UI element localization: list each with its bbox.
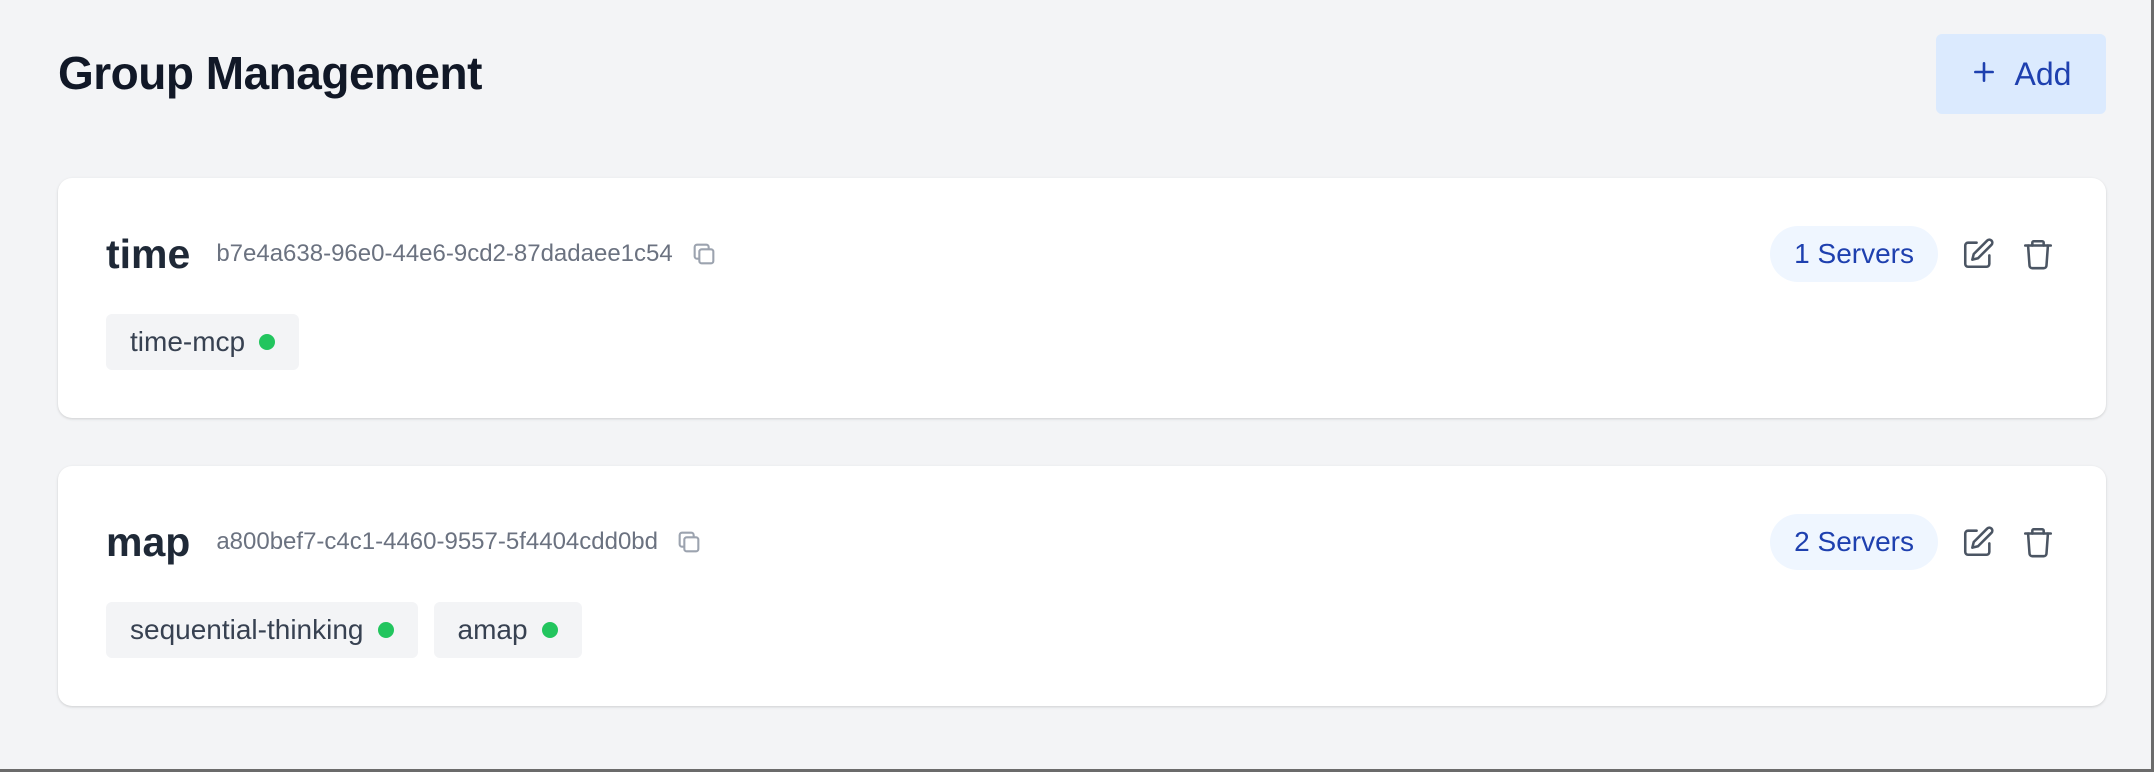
status-online-dot <box>377 622 394 638</box>
servers-count-badge: 2 Servers <box>1770 514 1938 570</box>
add-group-button[interactable]: Add <box>1936 34 2106 114</box>
edit-icon[interactable] <box>1958 522 1998 562</box>
server-tag: time-mcp <box>106 314 300 370</box>
plus-icon <box>1971 56 1997 93</box>
page-title: Group Management <box>58 47 482 99</box>
group-actions: 1 Servers <box>1770 224 2058 284</box>
copy-icon[interactable] <box>689 239 719 269</box>
edit-icon[interactable] <box>1958 234 1998 274</box>
status-online-dot <box>259 334 276 350</box>
trash-icon[interactable] <box>2018 234 2058 274</box>
copy-icon[interactable] <box>674 527 704 557</box>
group-card: map a800bef7-c4c1-4460-9557-5f4404cdd0bd… <box>58 466 2106 706</box>
add-button-label: Add <box>2014 55 2072 92</box>
server-tag: sequential-thinking <box>106 602 418 658</box>
group-header: map a800bef7-c4c1-4460-9557-5f4404cdd0bd <box>106 512 704 572</box>
group-name: time <box>106 230 191 277</box>
server-tag-label: time-mcp <box>130 326 246 357</box>
group-name: map <box>106 518 191 565</box>
server-tags: sequential-thinking amap <box>106 602 582 658</box>
server-tag-label: sequential-thinking <box>130 614 364 645</box>
group-card: time b7e4a638-96e0-44e6-9cd2-87dadaee1c5… <box>58 178 2106 418</box>
group-id: b7e4a638-96e0-44e6-9cd2-87dadaee1c54 <box>216 240 673 267</box>
server-tag-label: amap <box>457 614 528 645</box>
server-tags: time-mcp <box>106 314 300 370</box>
server-tag: amap <box>433 602 582 658</box>
group-actions: 2 Servers <box>1770 512 2058 572</box>
trash-icon[interactable] <box>2018 522 2058 562</box>
servers-count-badge: 1 Servers <box>1770 226 1938 282</box>
group-header: time b7e4a638-96e0-44e6-9cd2-87dadaee1c5… <box>106 224 719 284</box>
group-id: a800bef7-c4c1-4460-9557-5f4404cdd0bd <box>216 528 659 555</box>
status-online-dot <box>541 622 558 638</box>
